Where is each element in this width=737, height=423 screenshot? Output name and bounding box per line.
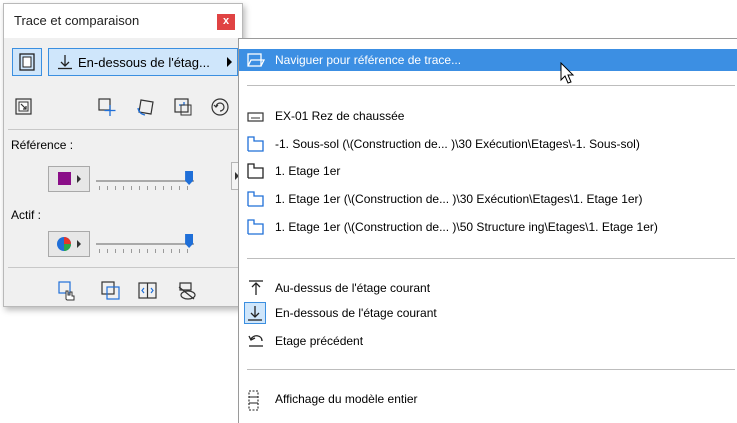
menu-item-label: 1. Etage 1er (\(Construction de... )\30 …: [275, 192, 643, 206]
reference-slider-thumb[interactable]: [185, 171, 194, 185]
dropdown-arrow-icon: [77, 240, 81, 248]
divider: [8, 267, 238, 268]
trace-compare-palette: Trace et comparaison x En-dessous de l'é…: [3, 3, 243, 307]
dropdown-arrow-icon: [77, 175, 81, 183]
arrow-up-line-icon: [249, 280, 263, 295]
menu-item-label: Naviguer pour référence de trace...: [275, 53, 462, 67]
menu-divider: [247, 369, 735, 370]
hand-pan-icon[interactable]: [56, 279, 80, 303]
floor-plan-icon: [247, 191, 264, 207]
reference-slider[interactable]: [96, 180, 194, 182]
menu-item-browse[interactable]: Naviguer pour référence de trace...: [239, 49, 737, 71]
menu-item-label: En-dessous de l'étage courant: [275, 306, 437, 320]
menu-item-full-model[interactable]: Affichage du modèle entier: [239, 388, 737, 411]
palette-title: Trace et comparaison: [14, 13, 140, 28]
trace-reference-dropdown[interactable]: En-dessous de l'étag...: [48, 48, 238, 76]
divider: [8, 129, 238, 130]
dropdown-selected-value: En-dessous de l'étag...: [78, 55, 210, 70]
move-trace-icon[interactable]: [96, 96, 118, 118]
browse-folder-icon: [247, 53, 266, 67]
menu-item-story[interactable]: -1. Sous-sol (\(Construction de... )\30 …: [239, 133, 737, 155]
menu-item-above-current[interactable]: Au-dessus de l'étage courant: [239, 277, 737, 299]
floor-plan-icon: [247, 219, 264, 235]
floor-plan-icon: [247, 136, 264, 152]
menu-item-story[interactable]: 1. Etage 1er (\(Construction de... )\30 …: [239, 188, 737, 210]
zoom-fit-icon[interactable]: [13, 96, 35, 118]
reference-slider-ticks: [99, 186, 189, 190]
eye-visibility-icon[interactable]: [175, 279, 199, 303]
trace-reference-menu: Naviguer pour référence de trace... EX-0…: [238, 38, 737, 423]
active-label: Actif :: [11, 208, 42, 222]
menu-item-story[interactable]: 1. Etage 1er (\(Construction de... )\50 …: [239, 216, 737, 238]
menu-item-below-current[interactable]: En-dessous de l'étage courant: [239, 302, 737, 324]
menu-item-label: -1. Sous-sol (\(Construction de... )\30 …: [275, 137, 640, 151]
story-plan-icon: [247, 112, 264, 122]
menu-item-label: Au-dessus de l'étage courant: [275, 281, 431, 295]
submenu-arrow-icon: [227, 57, 232, 67]
multicolor-pie-icon: [57, 237, 71, 251]
reference-label: Référence :: [11, 138, 74, 152]
trace-window-icon: [19, 53, 35, 71]
menu-item-label: 1. Etage 1er (\(Construction de... )\50 …: [275, 220, 658, 234]
mirror-trace-icon[interactable]: [172, 96, 194, 118]
mouse-pointer-icon: [560, 62, 575, 84]
active-slider-thumb[interactable]: [185, 234, 194, 248]
model-layers-icon: [248, 390, 259, 411]
close-button[interactable]: x: [217, 14, 235, 30]
rotate-trace-icon[interactable]: [135, 96, 157, 118]
reference-color-picker[interactable]: [48, 166, 90, 192]
undo-arrow-icon: [248, 335, 263, 347]
palette-titlebar[interactable]: Trace et comparaison x: [4, 4, 242, 38]
arrow-down-line-icon: [248, 306, 262, 321]
show-trace-toggle-button[interactable]: [12, 48, 42, 76]
arrow-down-line-icon: [58, 55, 72, 70]
split-compare-icon[interactable]: [136, 279, 160, 303]
menu-item-label: Etage précédent: [275, 334, 364, 348]
menu-item-story[interactable]: EX-01 Rez de chaussée: [239, 105, 737, 127]
menu-item-story[interactable]: 1. Etage 1er: [239, 160, 737, 182]
menu-item-label: 1. Etage 1er: [275, 164, 341, 178]
overlay-compare-icon[interactable]: [99, 279, 123, 303]
active-slider-ticks: [99, 249, 189, 253]
menu-divider: [247, 85, 735, 86]
menu-item-label: EX-01 Rez de chaussée: [275, 109, 405, 123]
active-color-picker[interactable]: [48, 231, 90, 257]
active-slider[interactable]: [96, 243, 194, 245]
menu-item-label: Affichage du modèle entier: [275, 392, 418, 406]
floor-plan-icon: [247, 163, 264, 179]
reset-trace-icon[interactable]: [209, 96, 231, 118]
menu-divider: [247, 258, 735, 259]
menu-item-previous-story[interactable]: Etage précédent: [239, 330, 737, 352]
reference-color-swatch: [58, 172, 71, 185]
